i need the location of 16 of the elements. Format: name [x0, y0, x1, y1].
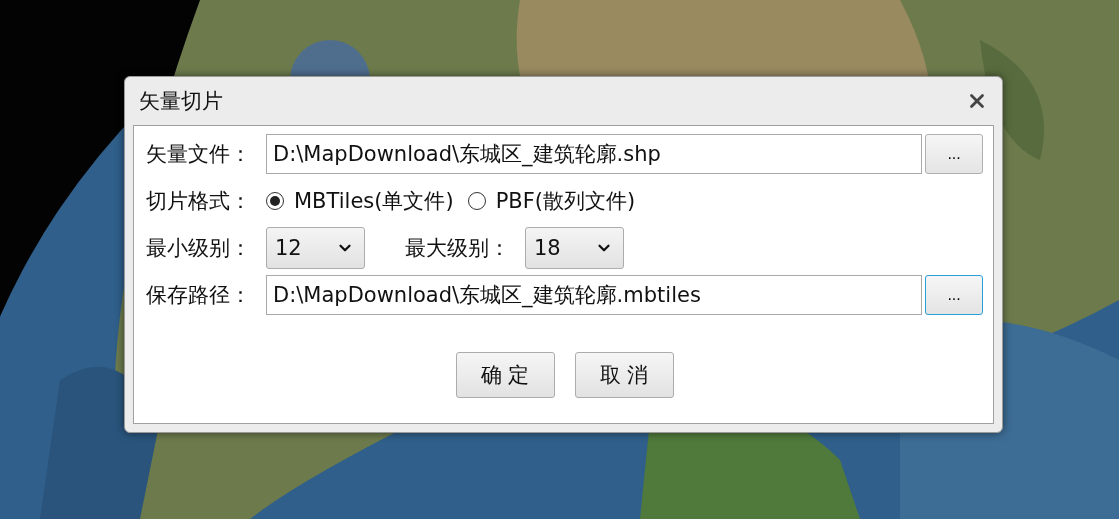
browse-button[interactable]: ... [925, 275, 983, 315]
path-field[interactable]: D:\MapDownload\东城区_建筑轮廓.mbtiles [266, 275, 923, 315]
level-dropdown[interactable]: 12 [266, 227, 365, 269]
field-label: 最小级别： [146, 235, 252, 262]
radio-option[interactable]: PBF(散列文件) [467, 187, 636, 215]
field-label: 保存路径： [146, 282, 252, 309]
dialog-button[interactable]: 取 消 [574, 352, 674, 398]
field-label: 最大级别： [405, 235, 511, 262]
browse-button[interactable]: ... [925, 134, 983, 174]
window-title: 矢量切片 [139, 88, 223, 115]
radio-option[interactable]: MBTiles(单文件) [266, 187, 454, 215]
level-dropdown[interactable]: 18 [525, 227, 624, 269]
path-field[interactable]: D:\MapDownload\东城区_建筑轮廓.shp [266, 134, 923, 174]
field-label: 切片格式： [146, 188, 252, 215]
dialog-button[interactable]: 确 定 [455, 352, 555, 398]
field-label: 矢量文件： [146, 141, 252, 168]
